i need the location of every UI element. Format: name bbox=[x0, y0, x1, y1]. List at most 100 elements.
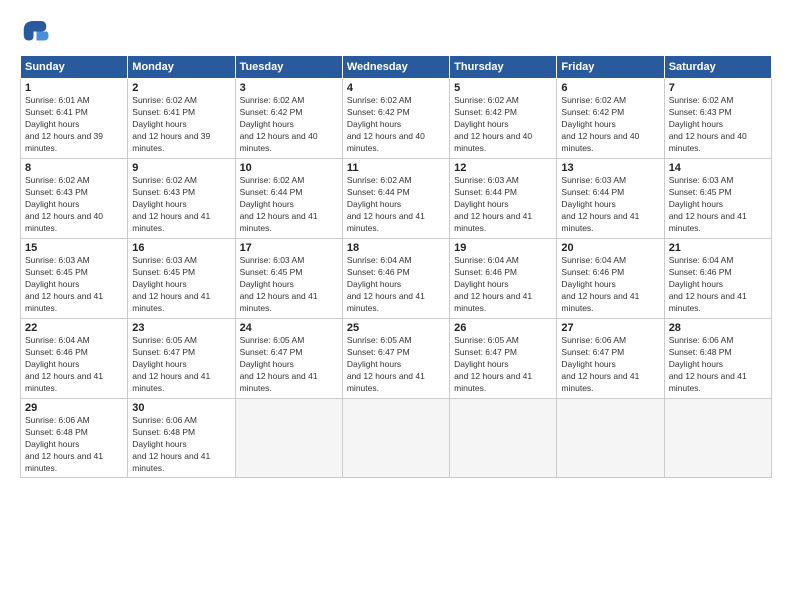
day-info: Sunrise: 6:04 AM Sunset: 6:46 PM Dayligh… bbox=[561, 255, 659, 314]
sunrise-label: Sunrise: 6:05 AM bbox=[132, 335, 197, 345]
calendar-cell: 12 Sunrise: 6:03 AM Sunset: 6:44 PM Dayl… bbox=[450, 159, 557, 239]
daylight-label: Daylight hours bbox=[132, 119, 186, 129]
daylight-label: Daylight hours bbox=[25, 439, 79, 449]
daylight-hours: and 12 hours and 41 minutes. bbox=[454, 371, 532, 393]
calendar-week-3: 22 Sunrise: 6:04 AM Sunset: 6:46 PM Dayl… bbox=[21, 319, 772, 399]
calendar-cell bbox=[664, 399, 771, 478]
sunrise-label: Sunrise: 6:05 AM bbox=[454, 335, 519, 345]
daylight-hours: and 12 hours and 41 minutes. bbox=[132, 211, 210, 233]
sunset-label: Sunset: 6:48 PM bbox=[25, 427, 88, 437]
calendar-cell: 10 Sunrise: 6:02 AM Sunset: 6:44 PM Dayl… bbox=[235, 159, 342, 239]
sunset-label: Sunset: 6:44 PM bbox=[454, 187, 517, 197]
calendar-cell: 23 Sunrise: 6:05 AM Sunset: 6:47 PM Dayl… bbox=[128, 319, 235, 399]
day-info: Sunrise: 6:02 AM Sunset: 6:43 PM Dayligh… bbox=[132, 175, 230, 234]
daylight-label: Daylight hours bbox=[454, 359, 508, 369]
daylight-hours: and 12 hours and 41 minutes. bbox=[25, 291, 103, 313]
daylight-label: Daylight hours bbox=[132, 199, 186, 209]
day-number: 27 bbox=[561, 322, 659, 334]
daylight-hours: and 12 hours and 39 minutes. bbox=[25, 131, 103, 153]
daylight-hours: and 12 hours and 41 minutes. bbox=[347, 211, 425, 233]
sunrise-label: Sunrise: 6:03 AM bbox=[240, 255, 305, 265]
sunset-label: Sunset: 6:43 PM bbox=[669, 107, 732, 117]
sunrise-label: Sunrise: 6:02 AM bbox=[454, 95, 519, 105]
sunset-label: Sunset: 6:47 PM bbox=[132, 347, 195, 357]
daylight-hours: and 12 hours and 40 minutes. bbox=[240, 131, 318, 153]
day-number: 14 bbox=[669, 162, 767, 174]
day-info: Sunrise: 6:02 AM Sunset: 6:43 PM Dayligh… bbox=[25, 175, 123, 234]
day-info: Sunrise: 6:03 AM Sunset: 6:44 PM Dayligh… bbox=[561, 175, 659, 234]
calendar-cell: 15 Sunrise: 6:03 AM Sunset: 6:45 PM Dayl… bbox=[21, 239, 128, 319]
header bbox=[20, 15, 772, 45]
weekday-header-friday: Friday bbox=[557, 56, 664, 79]
sunset-label: Sunset: 6:48 PM bbox=[132, 427, 195, 437]
day-number: 2 bbox=[132, 82, 230, 94]
day-number: 17 bbox=[240, 242, 338, 254]
calendar-week-0: 1 Sunrise: 6:01 AM Sunset: 6:41 PM Dayli… bbox=[21, 79, 772, 159]
day-info: Sunrise: 6:06 AM Sunset: 6:48 PM Dayligh… bbox=[132, 415, 230, 474]
day-number: 16 bbox=[132, 242, 230, 254]
day-info: Sunrise: 6:06 AM Sunset: 6:47 PM Dayligh… bbox=[561, 335, 659, 394]
calendar-cell: 1 Sunrise: 6:01 AM Sunset: 6:41 PM Dayli… bbox=[21, 79, 128, 159]
calendar-cell bbox=[450, 399, 557, 478]
day-info: Sunrise: 6:04 AM Sunset: 6:46 PM Dayligh… bbox=[347, 255, 445, 314]
daylight-hours: and 12 hours and 41 minutes. bbox=[25, 371, 103, 393]
daylight-label: Daylight hours bbox=[240, 199, 294, 209]
daylight-hours: and 12 hours and 40 minutes. bbox=[561, 131, 639, 153]
day-number: 30 bbox=[132, 402, 230, 414]
daylight-hours: and 12 hours and 41 minutes. bbox=[561, 291, 639, 313]
calendar-cell: 2 Sunrise: 6:02 AM Sunset: 6:41 PM Dayli… bbox=[128, 79, 235, 159]
calendar-cell: 16 Sunrise: 6:03 AM Sunset: 6:45 PM Dayl… bbox=[128, 239, 235, 319]
day-number: 5 bbox=[454, 82, 552, 94]
sunset-label: Sunset: 6:44 PM bbox=[561, 187, 624, 197]
weekday-header-sunday: Sunday bbox=[21, 56, 128, 79]
day-number: 1 bbox=[25, 82, 123, 94]
day-info: Sunrise: 6:03 AM Sunset: 6:45 PM Dayligh… bbox=[669, 175, 767, 234]
daylight-label: Daylight hours bbox=[669, 199, 723, 209]
day-info: Sunrise: 6:06 AM Sunset: 6:48 PM Dayligh… bbox=[669, 335, 767, 394]
weekday-header-wednesday: Wednesday bbox=[342, 56, 449, 79]
day-info: Sunrise: 6:05 AM Sunset: 6:47 PM Dayligh… bbox=[347, 335, 445, 394]
daylight-label: Daylight hours bbox=[669, 359, 723, 369]
sunset-label: Sunset: 6:47 PM bbox=[240, 347, 303, 357]
sunrise-label: Sunrise: 6:04 AM bbox=[454, 255, 519, 265]
day-info: Sunrise: 6:02 AM Sunset: 6:42 PM Dayligh… bbox=[561, 95, 659, 154]
calendar-week-1: 8 Sunrise: 6:02 AM Sunset: 6:43 PM Dayli… bbox=[21, 159, 772, 239]
calendar-table: SundayMondayTuesdayWednesdayThursdayFrid… bbox=[20, 55, 772, 478]
logo bbox=[20, 15, 54, 45]
daylight-label: Daylight hours bbox=[561, 119, 615, 129]
daylight-label: Daylight hours bbox=[669, 119, 723, 129]
day-info: Sunrise: 6:04 AM Sunset: 6:46 PM Dayligh… bbox=[669, 255, 767, 314]
sunrise-label: Sunrise: 6:02 AM bbox=[132, 175, 197, 185]
daylight-hours: and 12 hours and 41 minutes. bbox=[347, 371, 425, 393]
calendar-cell: 7 Sunrise: 6:02 AM Sunset: 6:43 PM Dayli… bbox=[664, 79, 771, 159]
sunrise-label: Sunrise: 6:03 AM bbox=[132, 255, 197, 265]
day-number: 13 bbox=[561, 162, 659, 174]
sunrise-label: Sunrise: 6:04 AM bbox=[669, 255, 734, 265]
day-number: 25 bbox=[347, 322, 445, 334]
calendar-cell: 29 Sunrise: 6:06 AM Sunset: 6:48 PM Dayl… bbox=[21, 399, 128, 478]
daylight-hours: and 12 hours and 41 minutes. bbox=[669, 291, 747, 313]
day-number: 8 bbox=[25, 162, 123, 174]
sunrise-label: Sunrise: 6:06 AM bbox=[561, 335, 626, 345]
daylight-label: Daylight hours bbox=[240, 119, 294, 129]
day-info: Sunrise: 6:05 AM Sunset: 6:47 PM Dayligh… bbox=[240, 335, 338, 394]
calendar-cell: 9 Sunrise: 6:02 AM Sunset: 6:43 PM Dayli… bbox=[128, 159, 235, 239]
daylight-hours: and 12 hours and 41 minutes. bbox=[240, 291, 318, 313]
sunset-label: Sunset: 6:42 PM bbox=[347, 107, 410, 117]
day-number: 4 bbox=[347, 82, 445, 94]
daylight-hours: and 12 hours and 40 minutes. bbox=[25, 211, 103, 233]
daylight-hours: and 12 hours and 41 minutes. bbox=[454, 291, 532, 313]
calendar-cell: 27 Sunrise: 6:06 AM Sunset: 6:47 PM Dayl… bbox=[557, 319, 664, 399]
calendar-cell: 13 Sunrise: 6:03 AM Sunset: 6:44 PM Dayl… bbox=[557, 159, 664, 239]
calendar-cell: 20 Sunrise: 6:04 AM Sunset: 6:46 PM Dayl… bbox=[557, 239, 664, 319]
day-number: 12 bbox=[454, 162, 552, 174]
day-info: Sunrise: 6:03 AM Sunset: 6:45 PM Dayligh… bbox=[240, 255, 338, 314]
calendar-cell: 21 Sunrise: 6:04 AM Sunset: 6:46 PM Dayl… bbox=[664, 239, 771, 319]
day-info: Sunrise: 6:02 AM Sunset: 6:42 PM Dayligh… bbox=[454, 95, 552, 154]
daylight-label: Daylight hours bbox=[25, 359, 79, 369]
daylight-hours: and 12 hours and 41 minutes. bbox=[454, 211, 532, 233]
sunrise-label: Sunrise: 6:02 AM bbox=[669, 95, 734, 105]
calendar-cell: 26 Sunrise: 6:05 AM Sunset: 6:47 PM Dayl… bbox=[450, 319, 557, 399]
day-info: Sunrise: 6:05 AM Sunset: 6:47 PM Dayligh… bbox=[132, 335, 230, 394]
daylight-label: Daylight hours bbox=[561, 359, 615, 369]
